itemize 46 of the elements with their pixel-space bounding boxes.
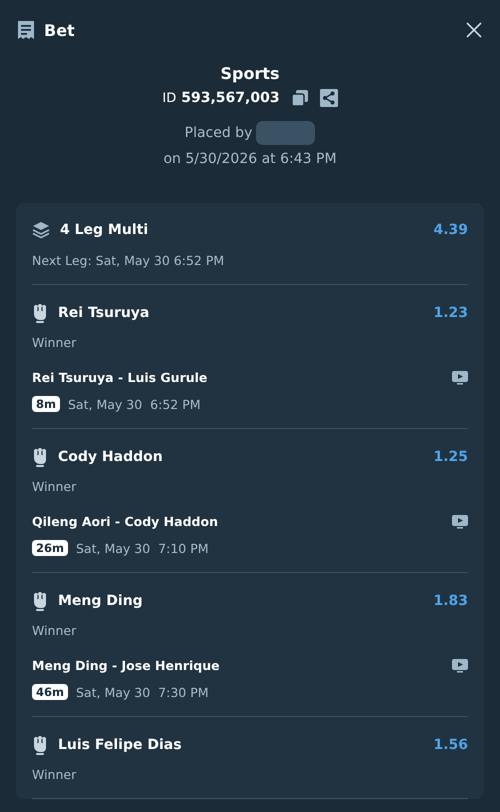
event-name: Qileng Aori - Cody Haddon	[32, 514, 219, 529]
fist-icon	[32, 447, 48, 467]
selection-name: Meng Ding	[58, 593, 144, 609]
fist-icon	[32, 735, 48, 755]
selection-name: Rei Tsuruya	[58, 305, 150, 321]
event-date: Sat, May 30	[68, 396, 142, 412]
placed-date: on 5/30/2026 at 6:43 PM	[163, 151, 337, 167]
countdown-badge: 46m	[32, 684, 68, 700]
placed-by-label: Placed by	[184, 125, 252, 141]
close-icon[interactable]	[466, 22, 482, 38]
market-label: Winner	[32, 623, 78, 638]
multi-title: 4 Leg Multi	[60, 222, 150, 238]
selection-odds: 1.83	[433, 593, 468, 609]
tv-play-icon[interactable]	[452, 370, 468, 384]
selection-odds: 1.25	[433, 449, 468, 465]
event-time: 7:30 PM	[158, 684, 209, 700]
bet-id-label: ID	[162, 90, 176, 106]
bet-id: 593,567,003	[181, 90, 280, 106]
selection-odds: 1.56	[433, 737, 468, 753]
dialog-title: Bet	[44, 20, 76, 40]
countdown-badge: 8m	[32, 396, 60, 412]
market-label: Winner	[32, 479, 78, 494]
event-name: Meng Ding - Jose Henrique	[32, 658, 221, 673]
fist-icon	[32, 591, 48, 611]
countdown-badge: 26m	[32, 540, 68, 556]
event-time: 6:52 PM	[150, 396, 201, 412]
selection-name: Luis Felipe Dias	[58, 737, 183, 753]
tv-play-icon[interactable]	[452, 514, 468, 528]
tv-play-icon[interactable]	[452, 658, 468, 672]
event-time: 7:10 PM	[158, 540, 209, 556]
receipt-icon	[17, 20, 35, 40]
fist-icon	[32, 303, 48, 323]
market-label: Winner	[32, 767, 78, 782]
event-name: Rei Tsuruya - Luis Gurule	[32, 370, 208, 385]
selection-odds: 1.23	[433, 305, 468, 321]
copy-icon[interactable]	[290, 89, 309, 107]
total-odds: 4.39	[433, 222, 468, 238]
market-label: Winner	[32, 335, 78, 350]
next-leg-time: Next Leg: Sat, May 30 6:52 PM	[32, 253, 226, 268]
event-date: Sat, May 30	[76, 540, 150, 556]
share-icon[interactable]	[320, 89, 338, 107]
selection-name: Cody Haddon	[58, 449, 164, 465]
redacted-name	[256, 121, 316, 145]
bet-category: Sports	[220, 64, 280, 83]
event-date: Sat, May 30	[76, 684, 150, 700]
layers-icon	[32, 221, 50, 239]
